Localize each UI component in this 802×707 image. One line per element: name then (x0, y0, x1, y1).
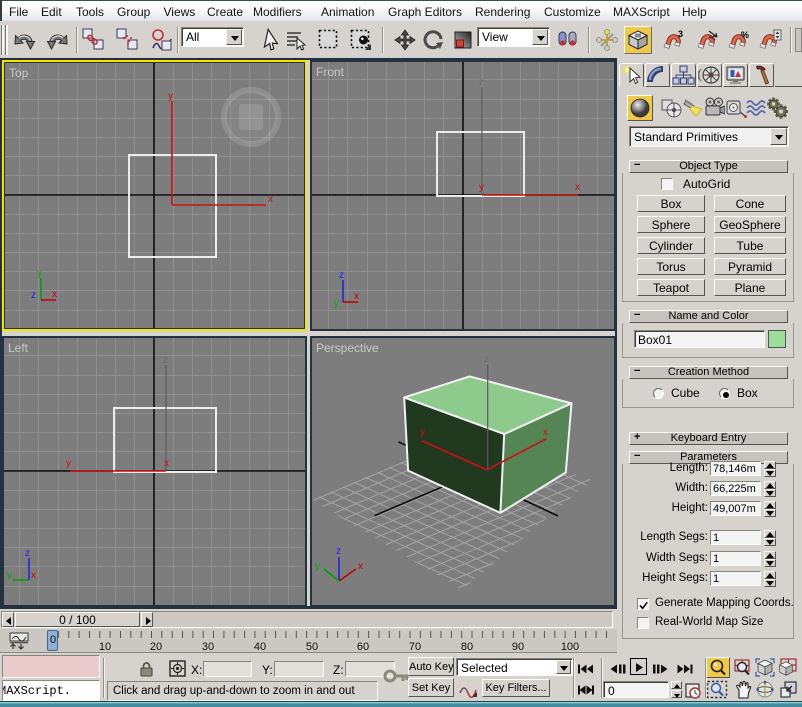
svg-text:x: x (52, 289, 57, 300)
svg-text:y: y (168, 91, 173, 102)
svg-text:y: y (37, 268, 42, 279)
svg-text:90: 90 (512, 641, 524, 653)
svg-text:3: 3 (678, 29, 683, 39)
svg-text:y: y (315, 561, 320, 572)
svg-text:Perspective: Perspective (316, 341, 379, 355)
svg-text:20: 20 (150, 641, 162, 653)
svg-text:x: x (268, 194, 273, 205)
svg-text:x: x (164, 458, 169, 469)
svg-text:y: y (66, 458, 71, 469)
svg-text:y: y (7, 570, 12, 581)
svg-text:y: y (420, 427, 425, 438)
svg-text:z: z (339, 270, 344, 281)
svg-text:z: z (336, 546, 341, 557)
svg-text:30: 30 (202, 641, 214, 653)
svg-text:z: z (25, 548, 30, 559)
svg-text:50: 50 (306, 641, 318, 653)
svg-text:60: 60 (357, 641, 369, 653)
svg-text:x: x (358, 561, 363, 572)
svg-text:y: y (479, 182, 484, 193)
svg-text:z: z (163, 355, 168, 366)
svg-text:y: y (334, 298, 339, 309)
svg-text:x: x (31, 570, 36, 581)
svg-text:x: x (543, 427, 548, 438)
svg-text:40: 40 (254, 641, 266, 653)
svg-text:z: z (479, 77, 484, 88)
svg-text:Top: Top (9, 66, 29, 80)
svg-text:x: x (575, 182, 580, 193)
svg-text:z: z (484, 354, 489, 365)
svg-text:100: 100 (561, 641, 579, 653)
svg-text:x: x (354, 291, 359, 302)
svg-text:10: 10 (99, 641, 111, 653)
svg-text:80: 80 (461, 641, 473, 653)
svg-text:70: 70 (409, 641, 421, 653)
svg-text:Front: Front (316, 65, 345, 79)
svg-text:Left: Left (8, 341, 29, 355)
svg-text:%: % (741, 30, 749, 40)
svg-text:z: z (31, 290, 36, 301)
